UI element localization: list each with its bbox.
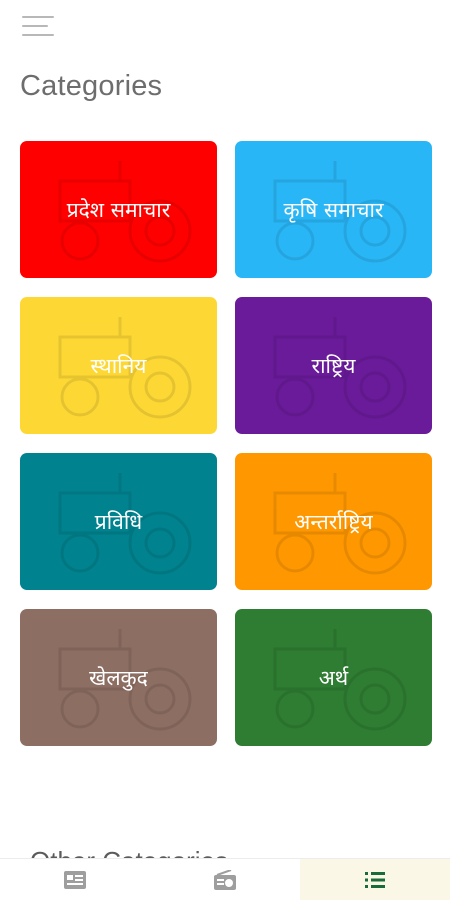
category-label: प्रविधि xyxy=(94,509,143,534)
hamburger-menu-icon[interactable] xyxy=(22,14,54,40)
news-card-icon xyxy=(64,870,86,889)
category-label: राष्ट्रिय xyxy=(311,353,356,378)
menu-line xyxy=(22,34,54,36)
nav-categories[interactable] xyxy=(300,859,450,900)
page-title: Categories xyxy=(20,70,163,102)
menu-line xyxy=(22,25,48,27)
radio-icon xyxy=(214,869,236,890)
category-card-rashtriya[interactable]: राष्ट्रिय xyxy=(235,297,432,434)
category-label: स्थानिय xyxy=(90,353,147,378)
nav-news[interactable] xyxy=(0,859,150,900)
category-card-prabidhi[interactable]: प्रविधि xyxy=(20,453,217,590)
menu-line xyxy=(22,16,54,18)
bottom-nav xyxy=(0,858,450,900)
category-card-artha[interactable]: अर्थ xyxy=(235,609,432,746)
category-card-krishi[interactable]: कृषि समाचार xyxy=(235,141,432,278)
nav-radio[interactable] xyxy=(150,859,300,900)
category-card-khelkud[interactable]: खेलकुद xyxy=(20,609,217,746)
category-label: अन्तर्राष्ट्रिय xyxy=(294,509,373,534)
category-label: खेलकुद xyxy=(89,665,148,690)
category-card-sthaniya[interactable]: स्थानिय xyxy=(20,297,217,434)
category-card-antarrashtriya[interactable]: अन्तर्राष्ट्रिय xyxy=(235,453,432,590)
category-label: प्रदेश समाचार xyxy=(66,197,171,222)
list-icon xyxy=(365,871,385,888)
category-label: कृषि समाचार xyxy=(283,197,384,222)
category-label: अर्थ xyxy=(318,665,349,690)
category-card-pradesh[interactable]: प्रदेश समाचार xyxy=(20,141,217,278)
